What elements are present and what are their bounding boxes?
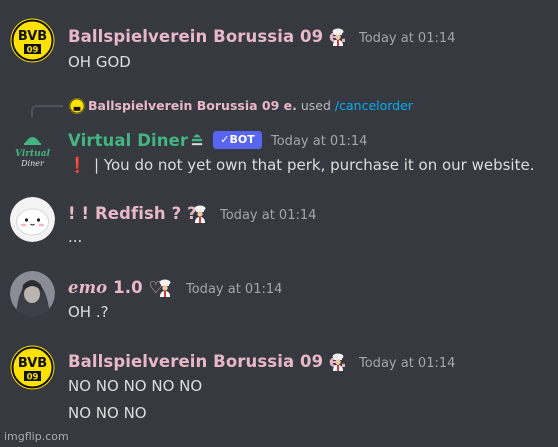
alert-icon: ❗ [68,156,87,174]
message-text: NO NO NO NO NO [68,377,203,395]
author-name[interactable]: Ballspielverein Borussia 09 e. [68,352,347,371]
bvb-logo: BVB 09 [10,345,55,390]
message-text: OH .? [68,303,109,321]
virtual-diner-small-logo [191,134,203,146]
chef-icon [192,205,208,223]
chef-icon [330,353,346,371]
timestamp: Today at 01:14 [359,31,456,46]
diner-logo-text-1: Virtual [15,149,51,159]
emo-avatar-image [10,271,55,316]
author-name-script: emo [68,278,108,297]
bvb-logo: BVB 09 [10,18,55,63]
timestamp: Today at 01:14 [186,282,283,297]
reply-command[interactable]: /cancelorder [335,98,413,113]
emo-avatar[interactable] [10,271,55,316]
author-name[interactable]: emo 1.0 ♡ [68,278,163,297]
watermark: imgflip.com [4,430,69,443]
bvb-logo-number: 09 [27,46,39,56]
redfish-avatar[interactable] [10,197,55,242]
bvb-small-avatar [69,98,85,114]
author-name-suffix: 1.0 ♡ [113,278,164,297]
chef-icon [157,279,173,297]
reply-used: used [300,98,331,113]
message-text: | You do not yet own that perk, purchase… [94,156,535,174]
bot-badge-label: BOT [229,133,255,146]
message-text: ... [68,228,83,246]
bvb-logo-text: BVB [18,29,47,44]
bvb-logo-number: 09 [27,373,39,383]
bvb-logo-text: BVB [18,356,47,371]
timestamp: Today at 01:14 [271,134,368,149]
diner-logo-text-2: Diner [20,159,45,168]
redfish-avatar-image [10,197,55,242]
chef-icon [330,28,346,46]
author-name[interactable]: Ballspielverein Borussia 09 e. [68,27,347,46]
author-name[interactable]: Virtual Diner [68,131,188,150]
message-text: OH GOD [68,53,131,71]
reply-preview[interactable]: Ballspielverein Borussia 09 e. used /can… [88,98,413,113]
reply-user[interactable]: Ballspielverein Borussia 09 e. [88,98,297,113]
virtual-diner-logo: Virtual Diner [10,128,55,173]
bvb-avatar[interactable]: BVB 09 [10,345,55,390]
timestamp: Today at 01:14 [359,356,456,371]
author-name[interactable]: ! ! Redfish ? ? [68,204,197,223]
virtual-diner-avatar[interactable]: Virtual Diner [10,128,55,173]
reply-connector [31,105,63,117]
bvb-avatar[interactable]: BVB 09 [10,18,55,63]
bot-badge: ✓BOT [213,131,262,149]
timestamp: Today at 01:14 [220,208,317,223]
message-text: NO NO NO [68,404,147,422]
